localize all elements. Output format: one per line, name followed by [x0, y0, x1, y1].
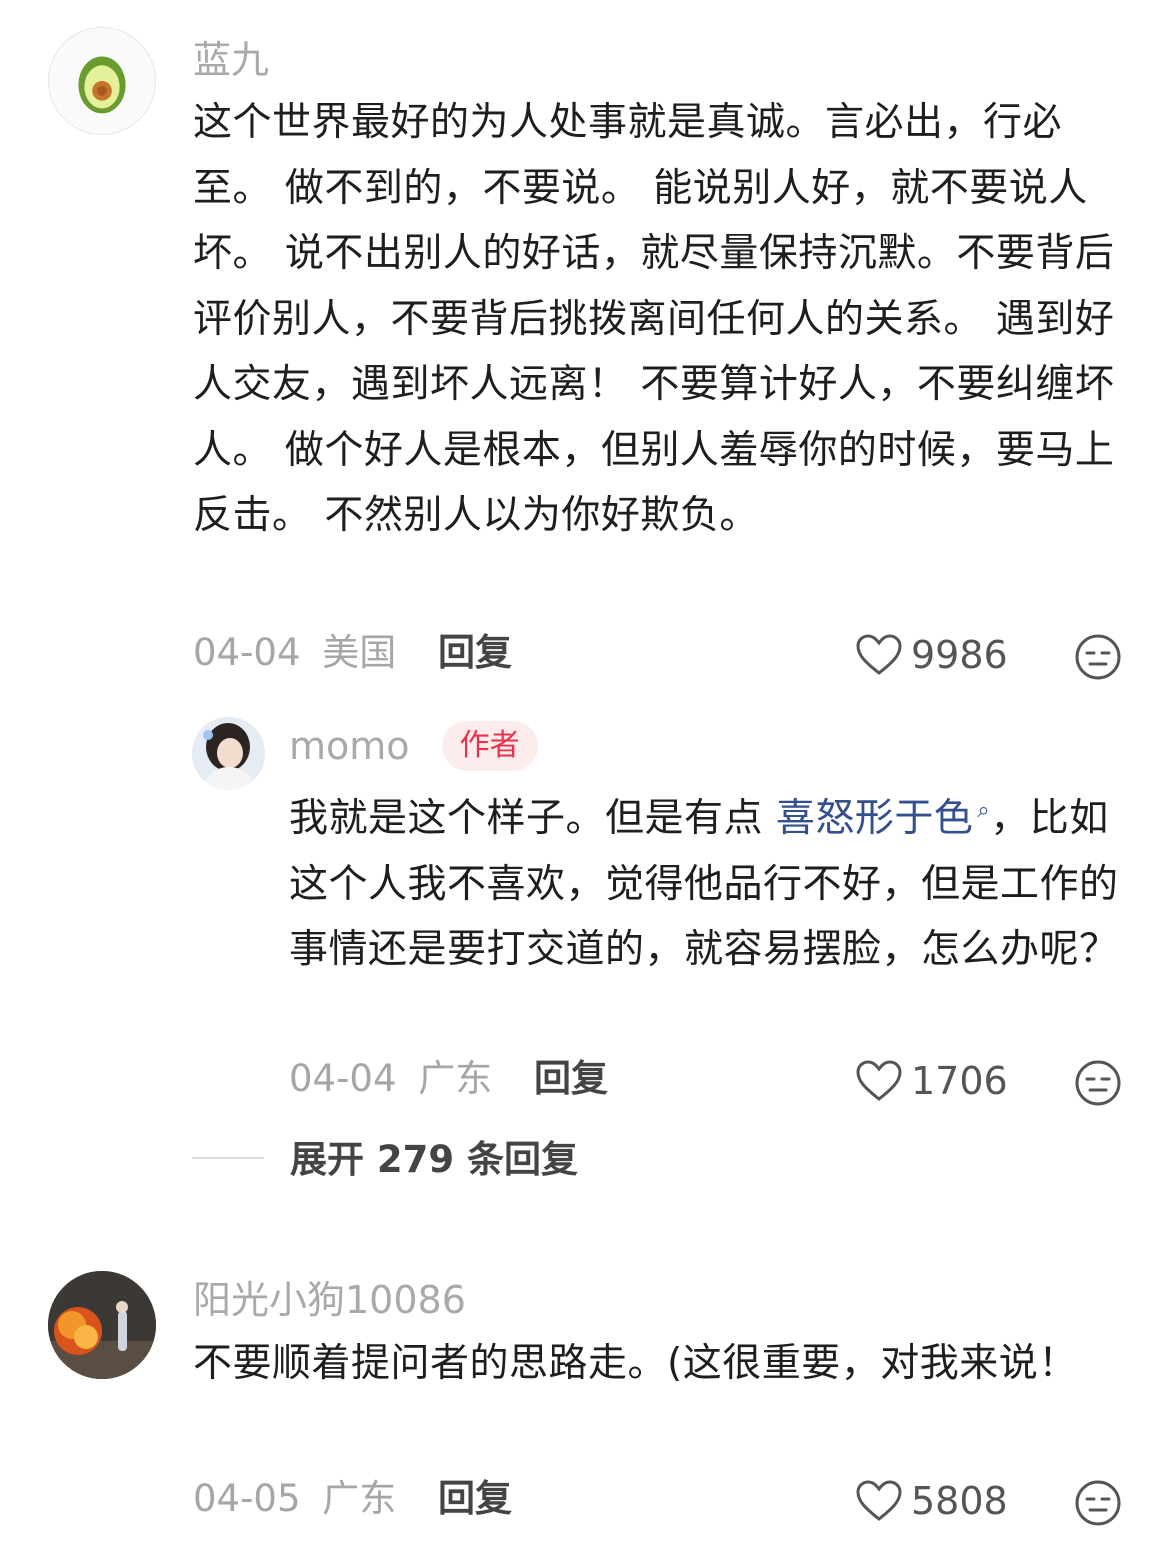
reply-date: 04-04 [289, 1057, 397, 1100]
like-count: 9986 [911, 633, 1008, 677]
like-count: 5808 [911, 1479, 1008, 1523]
comment-text: 不要顺着提问者的思路走。(这很重要，对我来说！ [193, 1341, 1078, 1386]
dislike-button[interactable] [1073, 1058, 1123, 1112]
comment-text: 这个世界最好的为人处事就是真诚。言必出，行必至。 做不到的，不要说。 能说别人好… [193, 100, 1115, 538]
like-button[interactable]: 9986 [855, 632, 1008, 680]
expand-replies-button[interactable]: 展开 279 条回复 [192, 1136, 578, 1184]
heart-outline-icon [856, 1479, 902, 1521]
divider [192, 1156, 264, 1159]
username[interactable]: 蓝九 [193, 36, 269, 84]
dislike-button[interactable] [1073, 1478, 1123, 1532]
keyword-link[interactable]: 喜怒形于色 [776, 796, 974, 841]
neutral-face-icon [1075, 1060, 1121, 1106]
comment-location: 美国 [322, 631, 397, 674]
expand-replies-label: 展开 279 条回复 [290, 1138, 578, 1181]
heart-outline-icon [856, 633, 902, 675]
comment-date: 04-04 [193, 631, 301, 674]
reply-button[interactable]: 回复 [534, 1057, 608, 1100]
like-count: 1706 [911, 1059, 1008, 1103]
reply-button[interactable]: 回复 [438, 631, 512, 674]
neutral-face-icon [1075, 1480, 1121, 1526]
heart-outline-icon [856, 1059, 902, 1101]
avatar[interactable] [48, 27, 156, 135]
reply-text: 我就是这个样子。但是有点 喜怒形于色 ⌕，比如这个人我不喜欢，觉得他品行不好，但是… [289, 778, 1119, 983]
avatar[interactable] [192, 717, 265, 790]
comment-location: 广东 [322, 1477, 397, 1520]
username[interactable]: momo [289, 724, 410, 768]
username-row: momo 作者 [289, 718, 538, 774]
reply-meta: 04-04 广东 回复 [289, 1056, 608, 1102]
comment-meta: 04-04 美国 回复 [193, 630, 512, 676]
dislike-button[interactable] [1073, 632, 1123, 686]
avatar[interactable] [48, 1271, 156, 1379]
search-icon: ⌕ [977, 798, 991, 823]
author-badge: 作者 [441, 720, 538, 771]
reply-location: 广东 [418, 1057, 493, 1100]
reply-button[interactable]: 回复 [438, 1477, 512, 1520]
neutral-face-icon [1075, 634, 1121, 680]
comment-meta: 04-05 广东 回复 [193, 1476, 512, 1522]
like-button[interactable]: 5808 [855, 1478, 1008, 1526]
portrait-avatar-image [192, 717, 265, 790]
comment-date: 04-05 [193, 1477, 301, 1520]
reply-text-part: 我就是这个样子。但是有点 [289, 796, 776, 841]
explosion-avatar-image [48, 1271, 156, 1379]
avocado-icon [78, 56, 126, 114]
like-button[interactable]: 1706 [855, 1058, 1008, 1106]
username[interactable]: 阳光小狗10086 [193, 1276, 466, 1324]
